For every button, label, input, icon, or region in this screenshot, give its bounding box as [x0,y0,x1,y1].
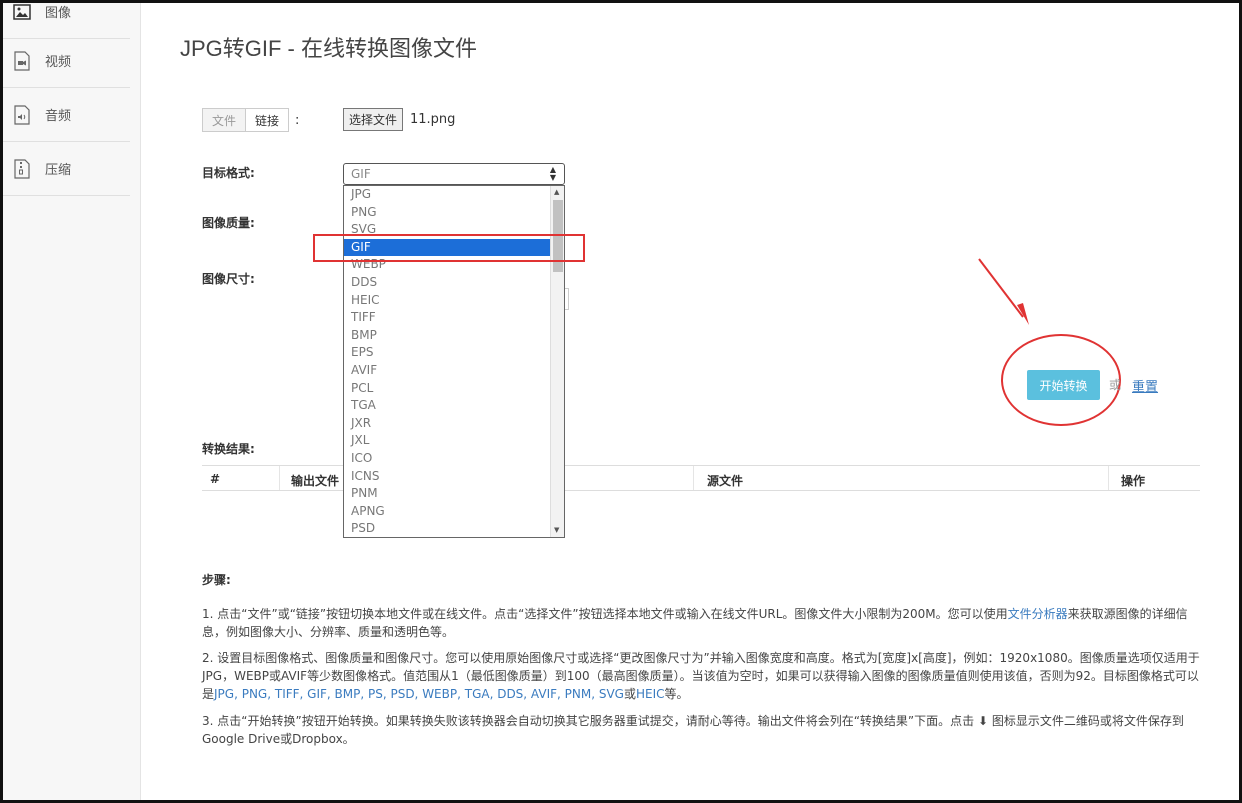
image-icon [11,3,33,23]
scroll-down-icon[interactable]: ▼ [554,526,559,534]
sidebar-item-label: 视频 [45,55,72,70]
image-size-label: 图像尺寸: [202,272,255,286]
format-option[interactable]: EPS [344,344,550,362]
col-index: # [210,472,221,486]
sidebar-item-label: 音频 [45,109,72,124]
format-option[interactable]: JXR [344,415,550,433]
or-text: 或 [1109,378,1122,392]
page-title: JPG转GIF - 在线转换图像文件 [180,36,478,61]
step-1-text: 1. 点击“文件”或“链接”按钮切换本地文件或在线文件。点击“选择文件”按钮选择… [202,607,1008,621]
step-2-end: 等。 [664,687,689,701]
format-option[interactable]: JPG [344,186,550,204]
sidebar-item-label: 压缩 [45,163,72,178]
sidebar-item-audio[interactable]: 音频 [3,88,130,142]
sidebar-item-archive[interactable]: 压缩 [3,142,130,196]
select-value: GIF [351,167,371,181]
image-quality-label: 图像质量: [202,216,255,230]
col-actions: 操作 [1121,474,1146,488]
format-option[interactable]: PNG [344,204,550,222]
format-option[interactable]: DDS [344,274,550,292]
audio-icon [11,104,33,126]
tab-file[interactable]: 文件 [202,108,246,132]
column-divider [1108,466,1109,490]
choose-file-button[interactable]: 选择文件 [343,108,404,131]
source-tabs: 文件 链接 : [202,108,299,132]
step-1: 1. 点击“文件”或“链接”按钮切换本地文件或在线文件。点击“选择文件”按钮选择… [202,605,1202,641]
reset-link[interactable]: 重置 [1132,376,1158,395]
format-option[interactable]: TGA [344,397,550,415]
scroll-up-icon[interactable]: ▲ [554,188,559,196]
format-option[interactable]: ICNS [344,468,550,486]
browser-frame: 图像 视频 音频 压缩 JPG转GIF - 在线转换图像文件 文件 链接 : 选… [0,0,1242,803]
format-option[interactable]: APNG [344,503,550,521]
column-divider [693,466,694,490]
target-format-select[interactable]: GIF ▲ ▼ [343,163,565,185]
sidebar-item-video[interactable]: 视频 [3,34,130,88]
target-format-label: 目标格式: [202,166,255,180]
annotation-highlight-rect [313,234,585,262]
format-option[interactable]: AVIF [344,362,550,380]
format-links[interactable]: JPG, PNG, TIFF, GIF, BMP, PS, PSD, WEBP,… [214,687,624,701]
step-2-or: 或 [623,687,636,701]
format-option[interactable]: PSD [344,520,550,537]
tabs-colon: : [295,112,300,128]
format-option[interactable]: JXL [344,432,550,450]
format-option[interactable]: TIFF [344,309,550,327]
format-option[interactable]: ICO [344,450,550,468]
step-3: 3. 点击“开始转换”按钮开始转换。如果转换失败该转换器会自动切换其它服务器重试… [202,714,1184,746]
format-option[interactable]: PCL [344,380,550,398]
heic-link[interactable]: HEIC [636,687,665,701]
file-analyzer-link[interactable]: 文件分析器 [1008,607,1068,621]
format-option[interactable]: HEIC [344,292,550,310]
steps-title: 步骤: [202,573,231,587]
annotation-arrow-icon [978,258,1029,325]
column-divider [279,466,280,490]
format-option[interactable]: BMP [344,327,550,345]
step-2: 2. 设置目标图像格式、图像质量和图像尺寸。您可以使用原始图像尺寸或选择“更改图… [202,649,1202,703]
col-source-file: 源文件 [707,474,744,488]
col-output-file: 输出文件 [291,474,340,488]
results-label: 转换结果: [202,442,255,456]
video-icon [11,50,33,72]
select-arrows-icon: ▲ ▼ [549,165,556,182]
archive-icon [11,158,33,180]
format-option[interactable]: PNM [344,485,550,503]
sidebar-item-label: 图像 [45,6,72,21]
sidebar: 图像 视频 音频 压缩 [3,3,141,800]
selected-file-name: 11.png [410,112,456,127]
tab-link[interactable]: 链接 [245,108,290,132]
start-convert-button[interactable]: 开始转换 [1027,370,1100,400]
